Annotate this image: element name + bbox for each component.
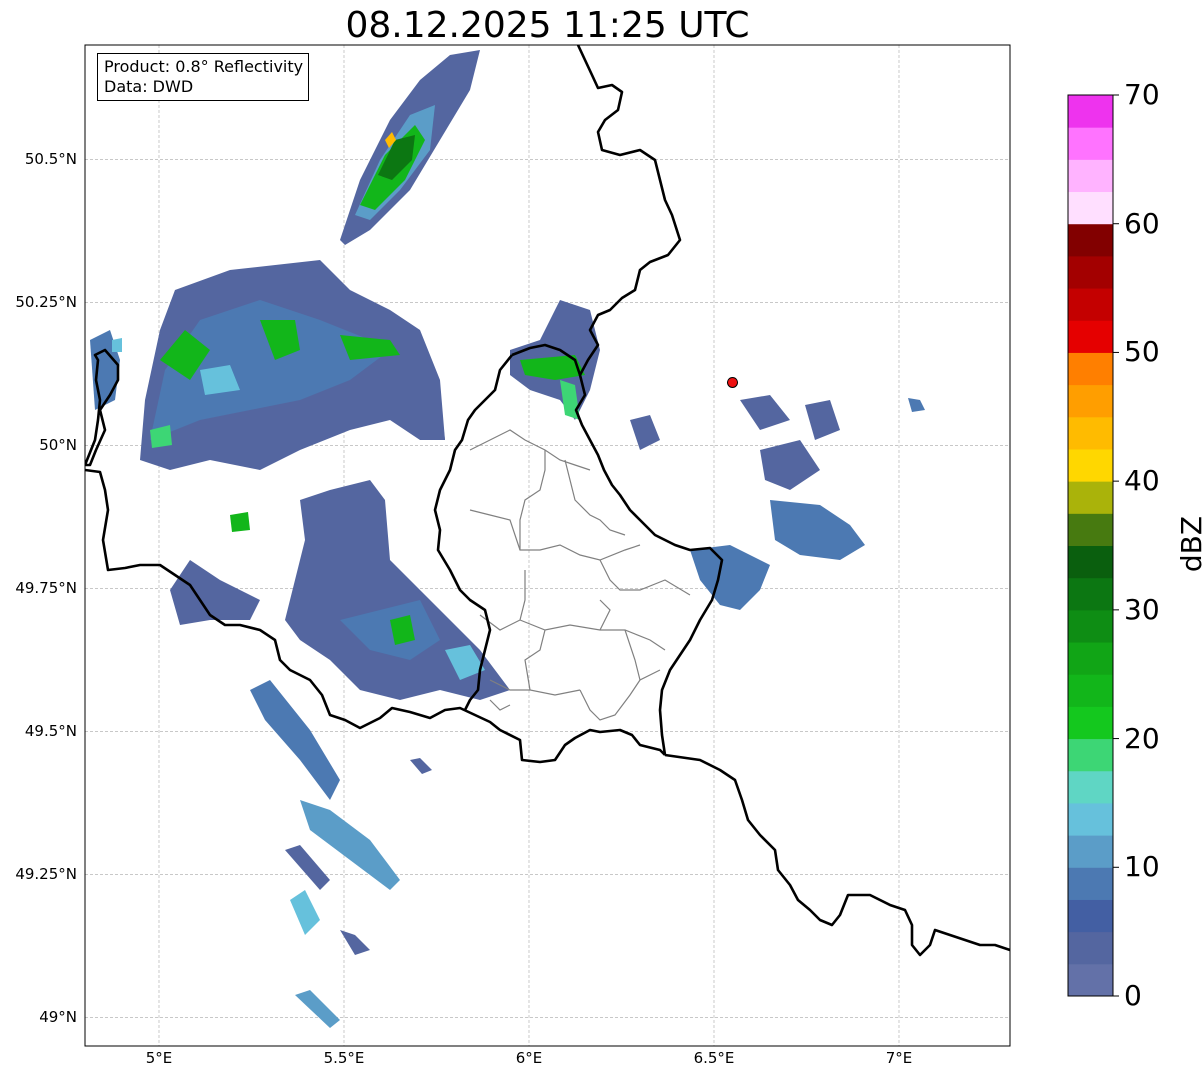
colorbar-segment: [1068, 127, 1113, 160]
colorbar: [1068, 95, 1113, 997]
colorbar-segment: [1068, 770, 1113, 804]
colorbar-tick-label: 70: [1124, 78, 1160, 111]
echo-cell: [112, 338, 122, 352]
longitude-tick-label: 5.5°E: [323, 1049, 365, 1067]
colorbar-segment: [1068, 642, 1113, 675]
data-source-label: Data: DWD: [104, 77, 194, 96]
longitude-tick-label: 7°E: [885, 1049, 913, 1067]
colorbar-segment: [1068, 867, 1113, 900]
colorbar-segment: [1068, 577, 1113, 611]
latitude-tick-label: 50.5°N: [24, 150, 77, 169]
latitude-tick-label: 49°N: [39, 1008, 77, 1027]
colorbar-segment: [1068, 384, 1113, 418]
colorbar-segment: [1068, 706, 1113, 740]
latitude-tick-label: 49.5°N: [24, 722, 77, 741]
colorbar-segment: [1068, 320, 1113, 353]
colorbar-tick-label: 20: [1124, 721, 1160, 755]
colorbar-tick-label: 60: [1124, 206, 1160, 240]
colorbar-segment: [1068, 223, 1113, 257]
colorbar-segment: [1068, 609, 1113, 643]
longitude-tick-label: 6.5°E: [693, 1049, 735, 1067]
colorbar-tick-label: 10: [1124, 850, 1160, 884]
colorbar-segment: [1068, 963, 1113, 997]
colorbar-segment: [1068, 835, 1113, 868]
colorbar-tick-label: 30: [1124, 592, 1160, 626]
colorbar-label: dBZ: [1175, 515, 1202, 573]
echo-cell: [230, 512, 250, 532]
colorbar-tick-marks: [1113, 94, 1119, 997]
latitude-tick-label: 50.25°N: [15, 293, 77, 312]
colorbar-tick-label: 50: [1124, 335, 1160, 369]
colorbar-segment: [1068, 416, 1113, 450]
product-label: Product: 0.8° Reflectivity: [104, 57, 304, 76]
latitude-tick-label: 49.25°N: [15, 865, 77, 884]
longitude-tick-label: 5°E: [145, 1049, 173, 1067]
colorbar-segment: [1068, 674, 1113, 707]
colorbar-segment: [1068, 802, 1113, 836]
colorbar-segment: [1068, 352, 1113, 386]
colorbar-segment: [1068, 513, 1113, 546]
colorbar-segment: [1068, 738, 1113, 772]
latitude-tick-label: 50°N: [39, 436, 77, 455]
colorbar-segment: [1068, 931, 1113, 965]
colorbar-segment: [1068, 899, 1113, 933]
colorbar-segment: [1068, 159, 1113, 193]
colorbar-segment: [1068, 255, 1113, 289]
info-box: Product: 0.8° Reflectivity Data: DWD: [97, 53, 310, 101]
colorbar-segment: [1068, 288, 1113, 321]
colorbar-tick-label: 0: [1124, 979, 1142, 1012]
latitude-tick-label: 49.75°N: [15, 579, 77, 598]
longitude-tick-label: 6°E: [515, 1049, 543, 1067]
colorbar-segment: [1068, 191, 1113, 225]
colorbar-tick-label: 40: [1124, 464, 1160, 498]
radar-map: [84, 44, 1119, 1047]
colorbar-segment: [1068, 545, 1113, 579]
colorbar-segment: [1068, 95, 1113, 128]
radar-site-marker: [727, 376, 738, 388]
colorbar-segment: [1068, 481, 1113, 514]
colorbar-segment: [1068, 448, 1113, 482]
